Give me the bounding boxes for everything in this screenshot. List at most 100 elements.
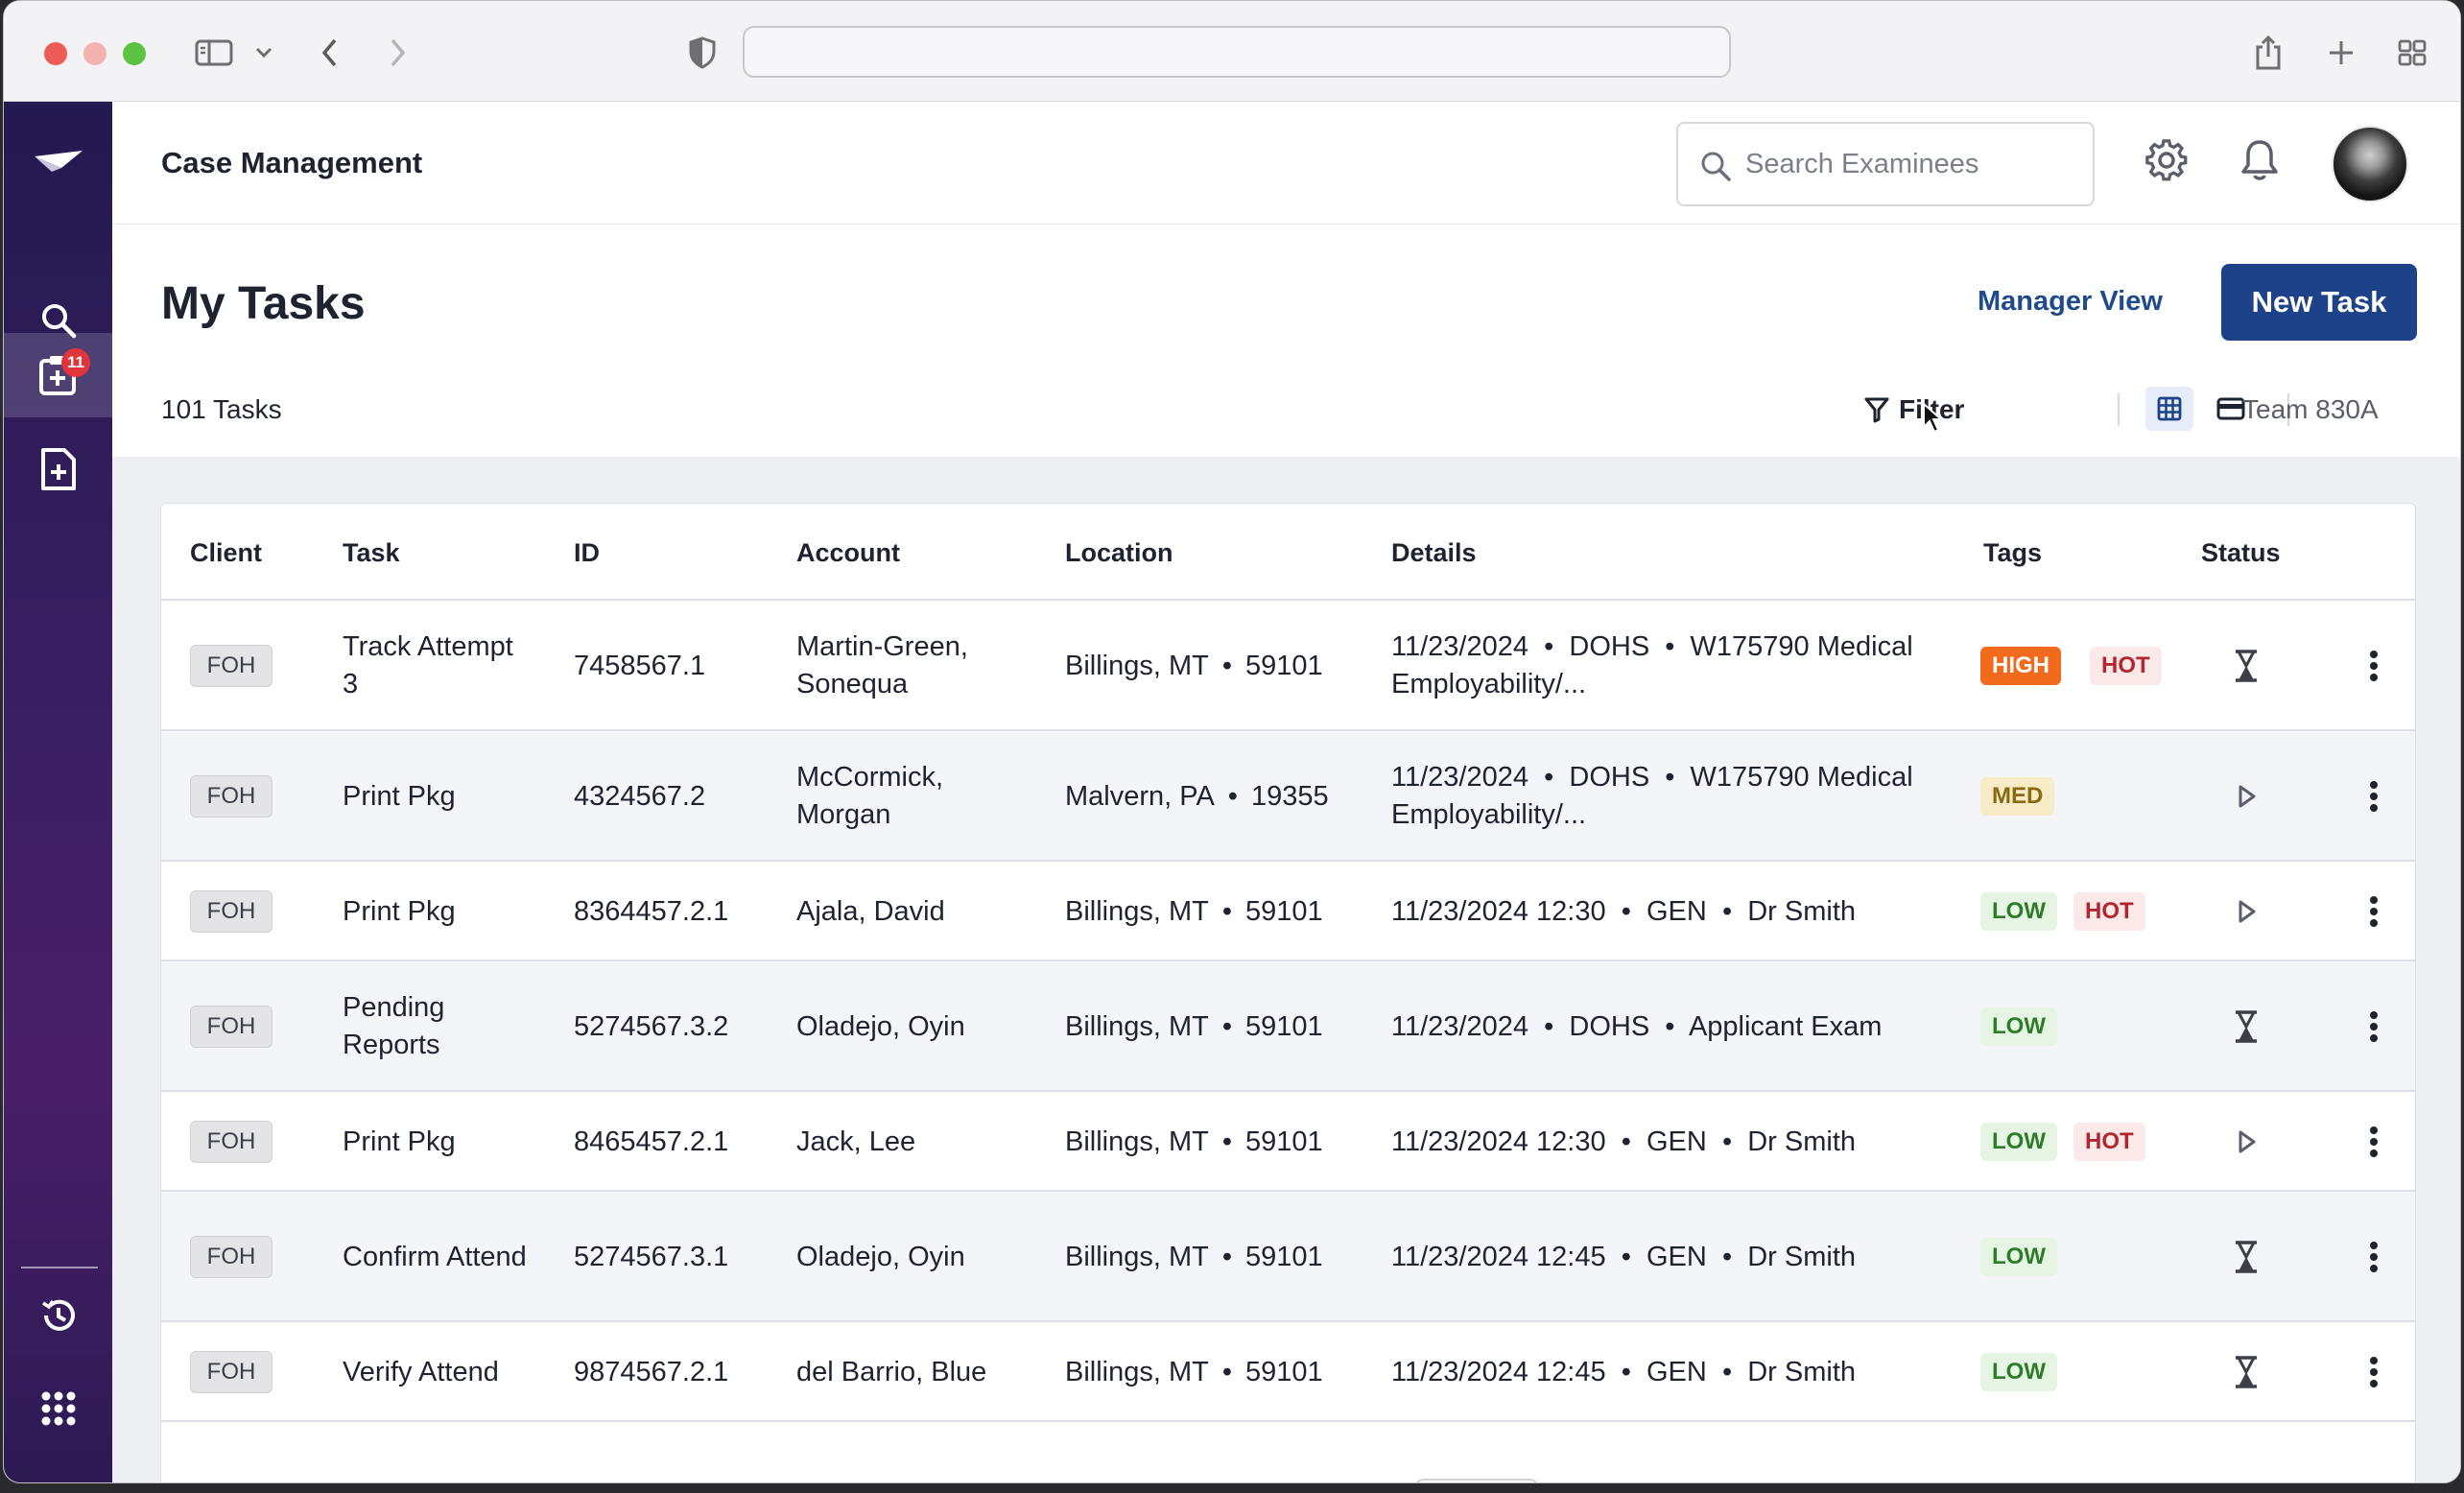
location-zip: 59101 (1245, 1241, 1323, 1272)
account-cell: Ajala, David (796, 895, 945, 927)
sidebar-toggle-icon[interactable] (192, 30, 236, 76)
filter-button[interactable]: Filter (1864, 388, 1964, 432)
table-row[interactable]: FOH Confirm Attend 5274567.3.1 Oladejo, Oyi… (161, 1192, 2415, 1322)
table-row[interactable]: FOH Print Pkg 4324567.2 McCormick, Morgan Ma… (161, 731, 2415, 862)
table-row[interactable]: FOH Verify Attend 9874567.2.1 del Barrio, B… (161, 1322, 2415, 1422)
more-options-icon[interactable] (2368, 650, 2380, 682)
location-cell: Billings, MT • 59101 (1065, 961, 1372, 1092)
bell-icon[interactable] (2240, 138, 2279, 182)
add-document-icon (40, 448, 76, 490)
column-header-client[interactable]: Client (190, 538, 262, 568)
hourglass-icon[interactable] (2232, 649, 2261, 683)
tab-overview-icon[interactable] (2393, 30, 2431, 76)
play-icon[interactable] (2232, 894, 2261, 929)
search-examinees-input[interactable] (1745, 141, 2072, 187)
more-options-icon[interactable] (2368, 1126, 2380, 1158)
column-header-id[interactable]: ID (574, 538, 600, 568)
details-cell: 11/23/2024 • DOHS • W175790 Medical Empl… (1391, 762, 1921, 830)
chevron-down-icon[interactable] (249, 30, 278, 76)
location-zip: 59101 (1245, 1010, 1323, 1042)
table-grid-icon (2157, 396, 2182, 421)
more-options-icon[interactable] (2368, 1356, 2380, 1388)
separator-dot: • (1221, 895, 1233, 927)
scroll-handle[interactable] (1414, 1479, 1539, 1482)
table-row[interactable]: FOH Print Pkg 8465457.2.1 Jack, Lee Billings… (161, 1092, 2415, 1192)
task-count: 101 Tasks (161, 394, 282, 424)
card-icon (2216, 397, 2245, 420)
priority-tag: LOW (1980, 892, 2057, 931)
column-header-task[interactable]: Task (343, 538, 400, 568)
more-options-icon[interactable] (2368, 780, 2380, 813)
priority-tag: LOW (1980, 1353, 2057, 1391)
id-cell: 5274567.3.1 (574, 1241, 729, 1272)
client-chip: FOH (190, 1121, 272, 1163)
location-city: Billings, MT (1065, 1241, 1209, 1272)
id-cell: 8364457.2.1 (574, 895, 729, 927)
sidebar-item-new-document[interactable] (4, 427, 112, 511)
toolbar-divider (2118, 393, 2120, 426)
hourglass-icon[interactable] (2232, 1009, 2261, 1044)
column-header-details[interactable]: Details (1391, 538, 1477, 568)
priority-tag: LOW (1980, 1238, 2057, 1276)
location-city: Malvern, PA (1065, 780, 1215, 812)
more-options-icon[interactable] (2368, 1010, 2380, 1043)
apps-grid-icon (41, 1391, 75, 1426)
user-avatar[interactable] (2332, 126, 2408, 202)
close-window-button[interactable] (44, 42, 67, 65)
filter-funnel-icon (1864, 397, 1889, 423)
separator-dot: • (1221, 1126, 1233, 1157)
account-cell: Martin-Green, Sonequa (796, 631, 968, 699)
column-header-location[interactable]: Location (1065, 538, 1173, 568)
sidebar-divider (21, 1267, 98, 1268)
sidebar-item-tasks[interactable]: 11 (4, 333, 112, 417)
more-options-icon[interactable] (2368, 895, 2380, 928)
tasks-count-badge: 11 (61, 348, 90, 377)
client-chip: FOH (190, 1351, 272, 1393)
play-icon[interactable] (2232, 779, 2261, 814)
details-cell: 11/23/2024 12:45 • GEN • Dr Smith (1391, 1241, 1857, 1272)
team-selector[interactable]: Team 830A (2242, 394, 2379, 425)
column-header-account[interactable]: Account (796, 538, 900, 568)
location-cell: Billings, MT • 59101 (1065, 1322, 1372, 1422)
zoom-window-button[interactable] (123, 42, 146, 65)
priority-tag: HOT (2090, 647, 2162, 685)
priority-tag: HOT (2073, 892, 2145, 931)
table-row[interactable]: FOH Print Pkg 8364457.2.1 Ajala, David Billi… (161, 862, 2415, 961)
forward-arrow-icon[interactable] (380, 30, 415, 76)
sidebar-item-apps[interactable] (4, 1366, 112, 1451)
column-header-tags[interactable]: Tags (1983, 538, 2042, 568)
location-zip: 59101 (1245, 650, 1323, 681)
privacy-shield-icon[interactable] (683, 30, 722, 76)
more-options-icon[interactable] (2368, 1241, 2380, 1273)
hourglass-icon[interactable] (2232, 1240, 2261, 1274)
play-icon[interactable] (2232, 1125, 2261, 1159)
location-zip: 59101 (1245, 1126, 1323, 1157)
account-cell: Oladejo, Oyin (796, 1010, 965, 1042)
tasks-table: Client Task ID Account Location Details … (160, 503, 2416, 1482)
details-cell: 11/23/2024 • DOHS • Applicant Exam (1391, 1010, 1883, 1042)
address-bar[interactable] (743, 26, 1731, 78)
sidebar-item-history[interactable] (4, 1273, 112, 1358)
manager-view-link[interactable]: Manager View (1978, 286, 2163, 318)
new-task-button[interactable]: New Task (2221, 264, 2417, 341)
paper-plane-logo-icon (34, 151, 83, 172)
task-cell: Confirm Attend (343, 1241, 527, 1272)
task-cell: Verify Attend (343, 1356, 499, 1387)
minimize-window-button[interactable] (83, 42, 107, 65)
id-cell: 9874567.2.1 (574, 1356, 729, 1387)
new-tab-plus-icon[interactable] (2322, 30, 2360, 76)
separator-dot: • (1221, 1241, 1233, 1272)
table-row[interactable]: FOH Pending Reports 5274567.3.2 Oladejo, Oy… (161, 961, 2415, 1092)
location-city: Billings, MT (1065, 1126, 1209, 1157)
app-logo[interactable] (4, 119, 112, 203)
table-row[interactable]: FOH Track Attempt 3 7458567.1 Martin-Green,… (161, 601, 2415, 731)
gear-icon[interactable] (2144, 138, 2189, 182)
table-view-button[interactable] (2145, 387, 2193, 431)
back-arrow-icon[interactable] (313, 30, 347, 76)
hourglass-icon[interactable] (2232, 1355, 2261, 1389)
search-examinees-box[interactable] (1676, 122, 2095, 206)
task-cell: Print Pkg (343, 780, 456, 812)
priority-tag: MED (1980, 777, 2055, 816)
share-icon[interactable] (2249, 30, 2287, 76)
column-header-status[interactable]: Status (2201, 538, 2281, 568)
